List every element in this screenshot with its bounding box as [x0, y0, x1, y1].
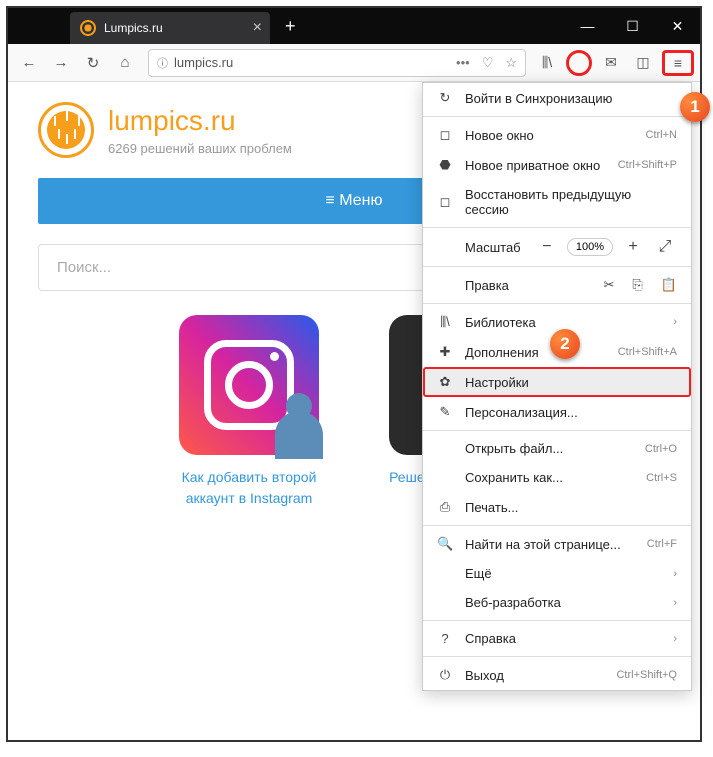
menu-sync[interactable]: ↻ Войти в Синхронизацию — [423, 83, 691, 113]
info-icon[interactable]: ⓘ — [157, 55, 168, 71]
library-icon: ⫼\ — [437, 314, 453, 330]
library-icon[interactable]: ⫼\ — [534, 50, 560, 76]
chevron-right-icon: › — [673, 597, 677, 609]
cut-button[interactable]: ✂ — [604, 277, 615, 293]
menu-print[interactable]: ⎙ Печать... — [423, 492, 691, 522]
reload-button[interactable]: ↻ — [78, 48, 108, 78]
menu-find[interactable]: 🔍 Найти на этой странице... Ctrl+F — [423, 529, 691, 559]
menu-new-private-window[interactable]: ⬣ Новое приватное окно Ctrl+Shift+P — [423, 150, 691, 180]
window-icon: ◻ — [437, 127, 453, 143]
power-icon: ⏻ — [437, 667, 453, 683]
avatar-icon — [275, 411, 323, 459]
opera-icon[interactable] — [566, 50, 592, 76]
maximize-button[interactable]: ☐ — [610, 8, 655, 44]
close-tab-icon[interactable]: × — [253, 19, 262, 37]
menu-new-window[interactable]: ◻ Новое окно Ctrl+N — [423, 120, 691, 150]
bookmark-icon[interactable]: ☆ — [505, 55, 517, 71]
browser-tab[interactable]: Lumpics.ru × — [70, 12, 270, 44]
menu-save-as[interactable]: Сохранить как... Ctrl+S — [423, 463, 691, 492]
sync-icon: ↻ — [437, 90, 453, 106]
chevron-right-icon: › — [673, 633, 677, 645]
annotation-badge-1: 1 — [680, 92, 710, 122]
paste-button[interactable]: 📋 — [661, 277, 677, 293]
url-bar[interactable]: ⓘ lumpics.ru ••• ♡ ☆ — [148, 49, 526, 77]
app-menu-dropdown: ↻ Войти в Синхронизацию ◻ Новое окно Ctr… — [422, 82, 692, 691]
zoom-in-button[interactable]: + — [621, 238, 645, 256]
card-title: Как добавить второй аккаунт в Instagram — [164, 467, 334, 509]
forward-button[interactable]: → — [46, 48, 76, 78]
reader-icon[interactable]: ♡ — [482, 55, 494, 71]
hamburger-menu-button[interactable]: ≡ — [662, 50, 694, 76]
article-card[interactable]: Как добавить второй аккаунт в Instagram — [164, 315, 334, 509]
menu-webdev[interactable]: Веб-разработка › — [423, 588, 691, 617]
zoom-out-button[interactable]: − — [535, 238, 559, 256]
navbar: ← → ↻ ⌂ ⓘ lumpics.ru ••• ♡ ☆ ⫼\ ✉ ◫ ≡ — [8, 44, 700, 82]
paint-icon: ✎ — [437, 404, 453, 420]
puzzle-icon: ✚ — [437, 344, 453, 360]
menu-more[interactable]: Ещё › — [423, 559, 691, 588]
zoom-value: 100% — [567, 238, 613, 256]
back-button[interactable]: ← — [14, 48, 44, 78]
mail-icon[interactable]: ✉ — [598, 50, 624, 76]
url-text: lumpics.ru — [174, 55, 456, 70]
menu-settings[interactable]: ✿ Настройки — [423, 367, 691, 397]
copy-button[interactable]: ⎘ — [632, 277, 642, 293]
site-title: lumpics.ru — [108, 105, 292, 137]
instagram-icon — [179, 315, 319, 455]
chevron-right-icon: › — [673, 316, 677, 328]
restore-icon: ◻ — [437, 194, 453, 210]
print-icon: ⎙ — [437, 499, 453, 515]
menu-help[interactable]: ? Справка › — [423, 624, 691, 653]
menu-zoom: Масштаб − 100% + ⤢ — [423, 231, 691, 263]
search-icon: 🔍 — [437, 536, 453, 552]
home-button[interactable]: ⌂ — [110, 48, 140, 78]
menu-open-file[interactable]: Открыть файл... Ctrl+O — [423, 434, 691, 463]
mask-icon: ⬣ — [437, 157, 453, 173]
minimize-button[interactable]: — — [565, 8, 610, 44]
close-window-button[interactable]: ✕ — [655, 8, 700, 44]
favicon-icon — [80, 20, 96, 36]
chevron-right-icon: › — [673, 568, 677, 580]
fullscreen-button[interactable]: ⤢ — [653, 238, 677, 256]
site-tagline: 6269 решений ваших проблем — [108, 141, 292, 156]
new-tab-button[interactable]: + — [285, 16, 296, 37]
titlebar: Lumpics.ru × + — ☐ ✕ — [8, 8, 700, 44]
logo-icon — [38, 102, 94, 158]
gear-icon: ✿ — [437, 374, 453, 390]
help-icon: ? — [437, 631, 453, 646]
menu-edit: Правка ✂ ⎘ 📋 — [423, 270, 691, 300]
menu-quit[interactable]: ⏻ Выход Ctrl+Shift+Q — [423, 660, 691, 690]
annotation-badge-2: 2 — [550, 329, 580, 359]
sidebar-icon[interactable]: ◫ — [630, 50, 656, 76]
menu-restore-session[interactable]: ◻ Восстановить предыдущую сессию — [423, 180, 691, 224]
tab-title: Lumpics.ru — [104, 21, 163, 35]
menu-customize[interactable]: ✎ Персонализация... — [423, 397, 691, 427]
more-icon[interactable]: ••• — [456, 55, 470, 71]
